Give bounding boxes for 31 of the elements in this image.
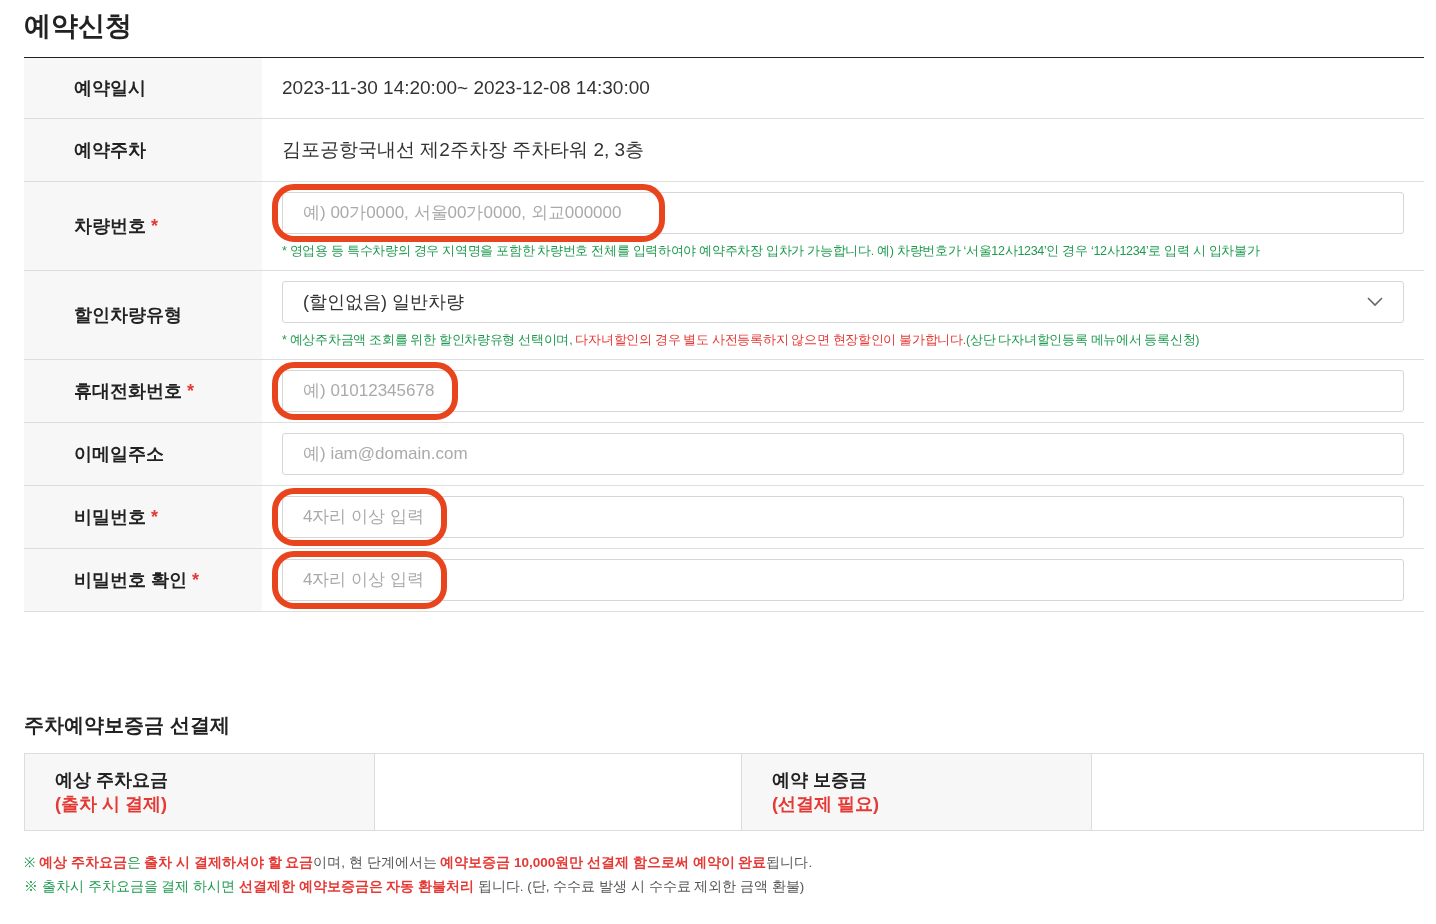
field-value: 2023-11-30 14:20:00~ 2023-12-08 14:30:00 [282, 76, 651, 100]
fee-sub-label: (출차 시 결제) [55, 793, 168, 816]
hint-text: * 영업용 등 특수차량의 경우 지역명을 포함한 차량번호 전체를 입력하여야 예약주차장 입차가 가능합니다. 예) 차량번호가 ‘서울12사1234’인 경우 ‘12사1234’로 입력 시 입차불가 [282, 243, 1261, 260]
input-field[interactable]: 예) 00가0000, 서울00가0000, 외교000000 [282, 192, 1404, 234]
hint-text: * 예상주차금액 조회를 위한 할인차량유형 선택이며, 다자녀할인의 경우 별도 사전등록하지 않으면 현장할인이 불가합니다.(상단 다자녀할인등록 메뉴에서 등록신청) [282, 332, 1201, 349]
required-mark: * [151, 215, 158, 237]
field-label: 예약주차 [74, 139, 146, 162]
notice-text: ※ 예상 주차요금은 출차 시 결제하셔야 할 요금이며, 현 단계에서는 예약보증금 10,000원만 선결제 함으로써 예약이 완료됩니다. [24, 854, 814, 872]
notice-text: ※ 출차시 주차요금을 결제 하시면 선결제한 예약보증금은 자동 환불처리 됩니다. (단, 수수료 발생 시 수수료 제외한 금액 환불) [24, 878, 806, 896]
input-field[interactable]: 예) 01012345678 [282, 370, 1404, 412]
required-mark: * [151, 506, 158, 528]
chevron-down-icon [1367, 297, 1383, 307]
input-field[interactable]: 4자리 이상 입력 [282, 496, 1404, 538]
dropdown[interactable]: (할인없음) 일반차량 [282, 281, 1404, 323]
section-title: 주차예약보증금 선결제 [24, 713, 231, 738]
required-mark: * [187, 380, 194, 402]
fee-sub-label: (선결제 필요) [772, 793, 880, 816]
required-mark: * [192, 569, 200, 591]
field-label: 비밀번호 [74, 506, 146, 529]
page-title: 예약신청 [24, 10, 133, 43]
field-label: 할인차량유형 [74, 304, 182, 327]
fee-label: 예상 주차요금 [55, 769, 169, 792]
input-field[interactable]: 예) iam@domain.com [282, 433, 1404, 475]
field-label: 차량번호 [74, 215, 146, 238]
field-value: 김포공항국내선 제2주차장 주차타워 2, 3층 [282, 138, 646, 162]
field-label: 예약일시 [74, 77, 146, 100]
field-label: 이메일주소 [74, 443, 164, 466]
field-label: 휴대전화번호 [74, 380, 182, 403]
field-label: 비밀번호 확인 [74, 569, 187, 592]
input-field[interactable]: 4자리 이상 입력 [282, 559, 1404, 601]
fee-label: 예약 보증금 [772, 769, 868, 792]
